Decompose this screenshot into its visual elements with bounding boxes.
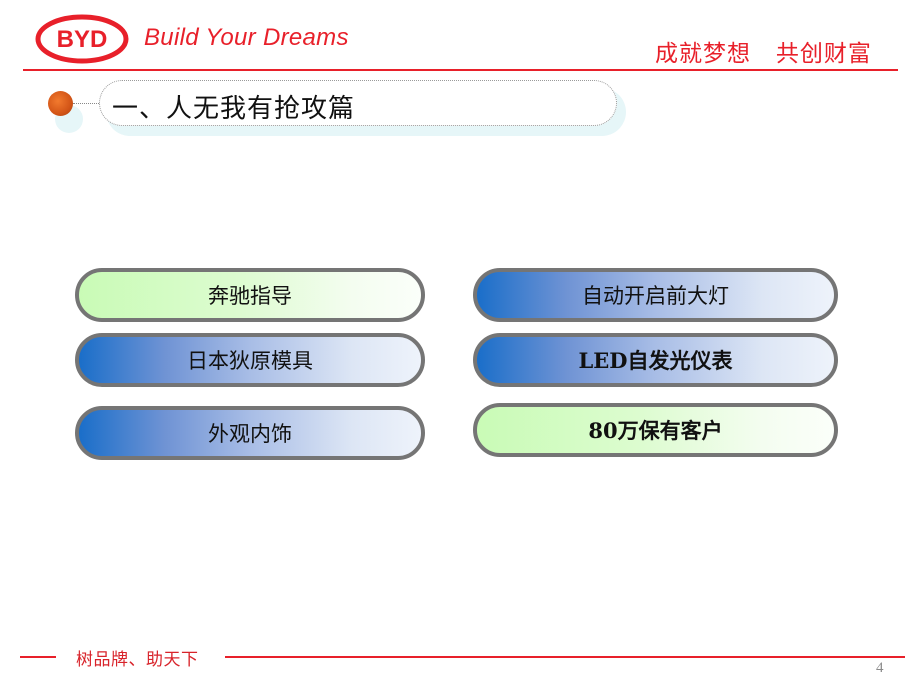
feature-label: 80万保有客户 [588, 418, 723, 443]
feature-label: 自动开启前大灯 [582, 284, 729, 308]
feature-label: 日本狄原模具 [187, 349, 313, 373]
section-title: 一、人无我有抢攻篇 [112, 94, 356, 124]
feature-pill-led-instrument[interactable]: LED自发光仪表 [473, 333, 838, 387]
feature-pill-exterior-interior[interactable]: 外观内饰 [75, 406, 425, 460]
slogan-english: Build Your Dreams [144, 24, 349, 51]
page-number: 4 [876, 660, 884, 676]
feature-pill-benz-guidance[interactable]: 奔驰指导 [75, 268, 425, 322]
feature-label: 外观内饰 [208, 422, 292, 446]
footer-divider-left [20, 656, 56, 658]
bullet-connector [73, 103, 99, 104]
orange-bullet-icon [48, 91, 73, 116]
feature-label: LED自发光仪表 [578, 348, 733, 373]
feature-pill-ogihara-molds[interactable]: 日本狄原模具 [75, 333, 425, 387]
byd-logo: BYD [35, 14, 129, 64]
feature-pill-auto-headlights[interactable]: 自动开启前大灯 [473, 268, 838, 322]
footer-divider-right [225, 656, 905, 658]
footer-slogan: 树品牌、助天下 [76, 650, 199, 670]
logo-text: BYD [57, 26, 108, 53]
header-divider [23, 69, 898, 71]
feature-label: 奔驰指导 [208, 284, 292, 308]
feature-pill-customer-base[interactable]: 80万保有客户 [473, 403, 838, 457]
slogan-chinese: 成就梦想 共创财富 [655, 41, 872, 67]
